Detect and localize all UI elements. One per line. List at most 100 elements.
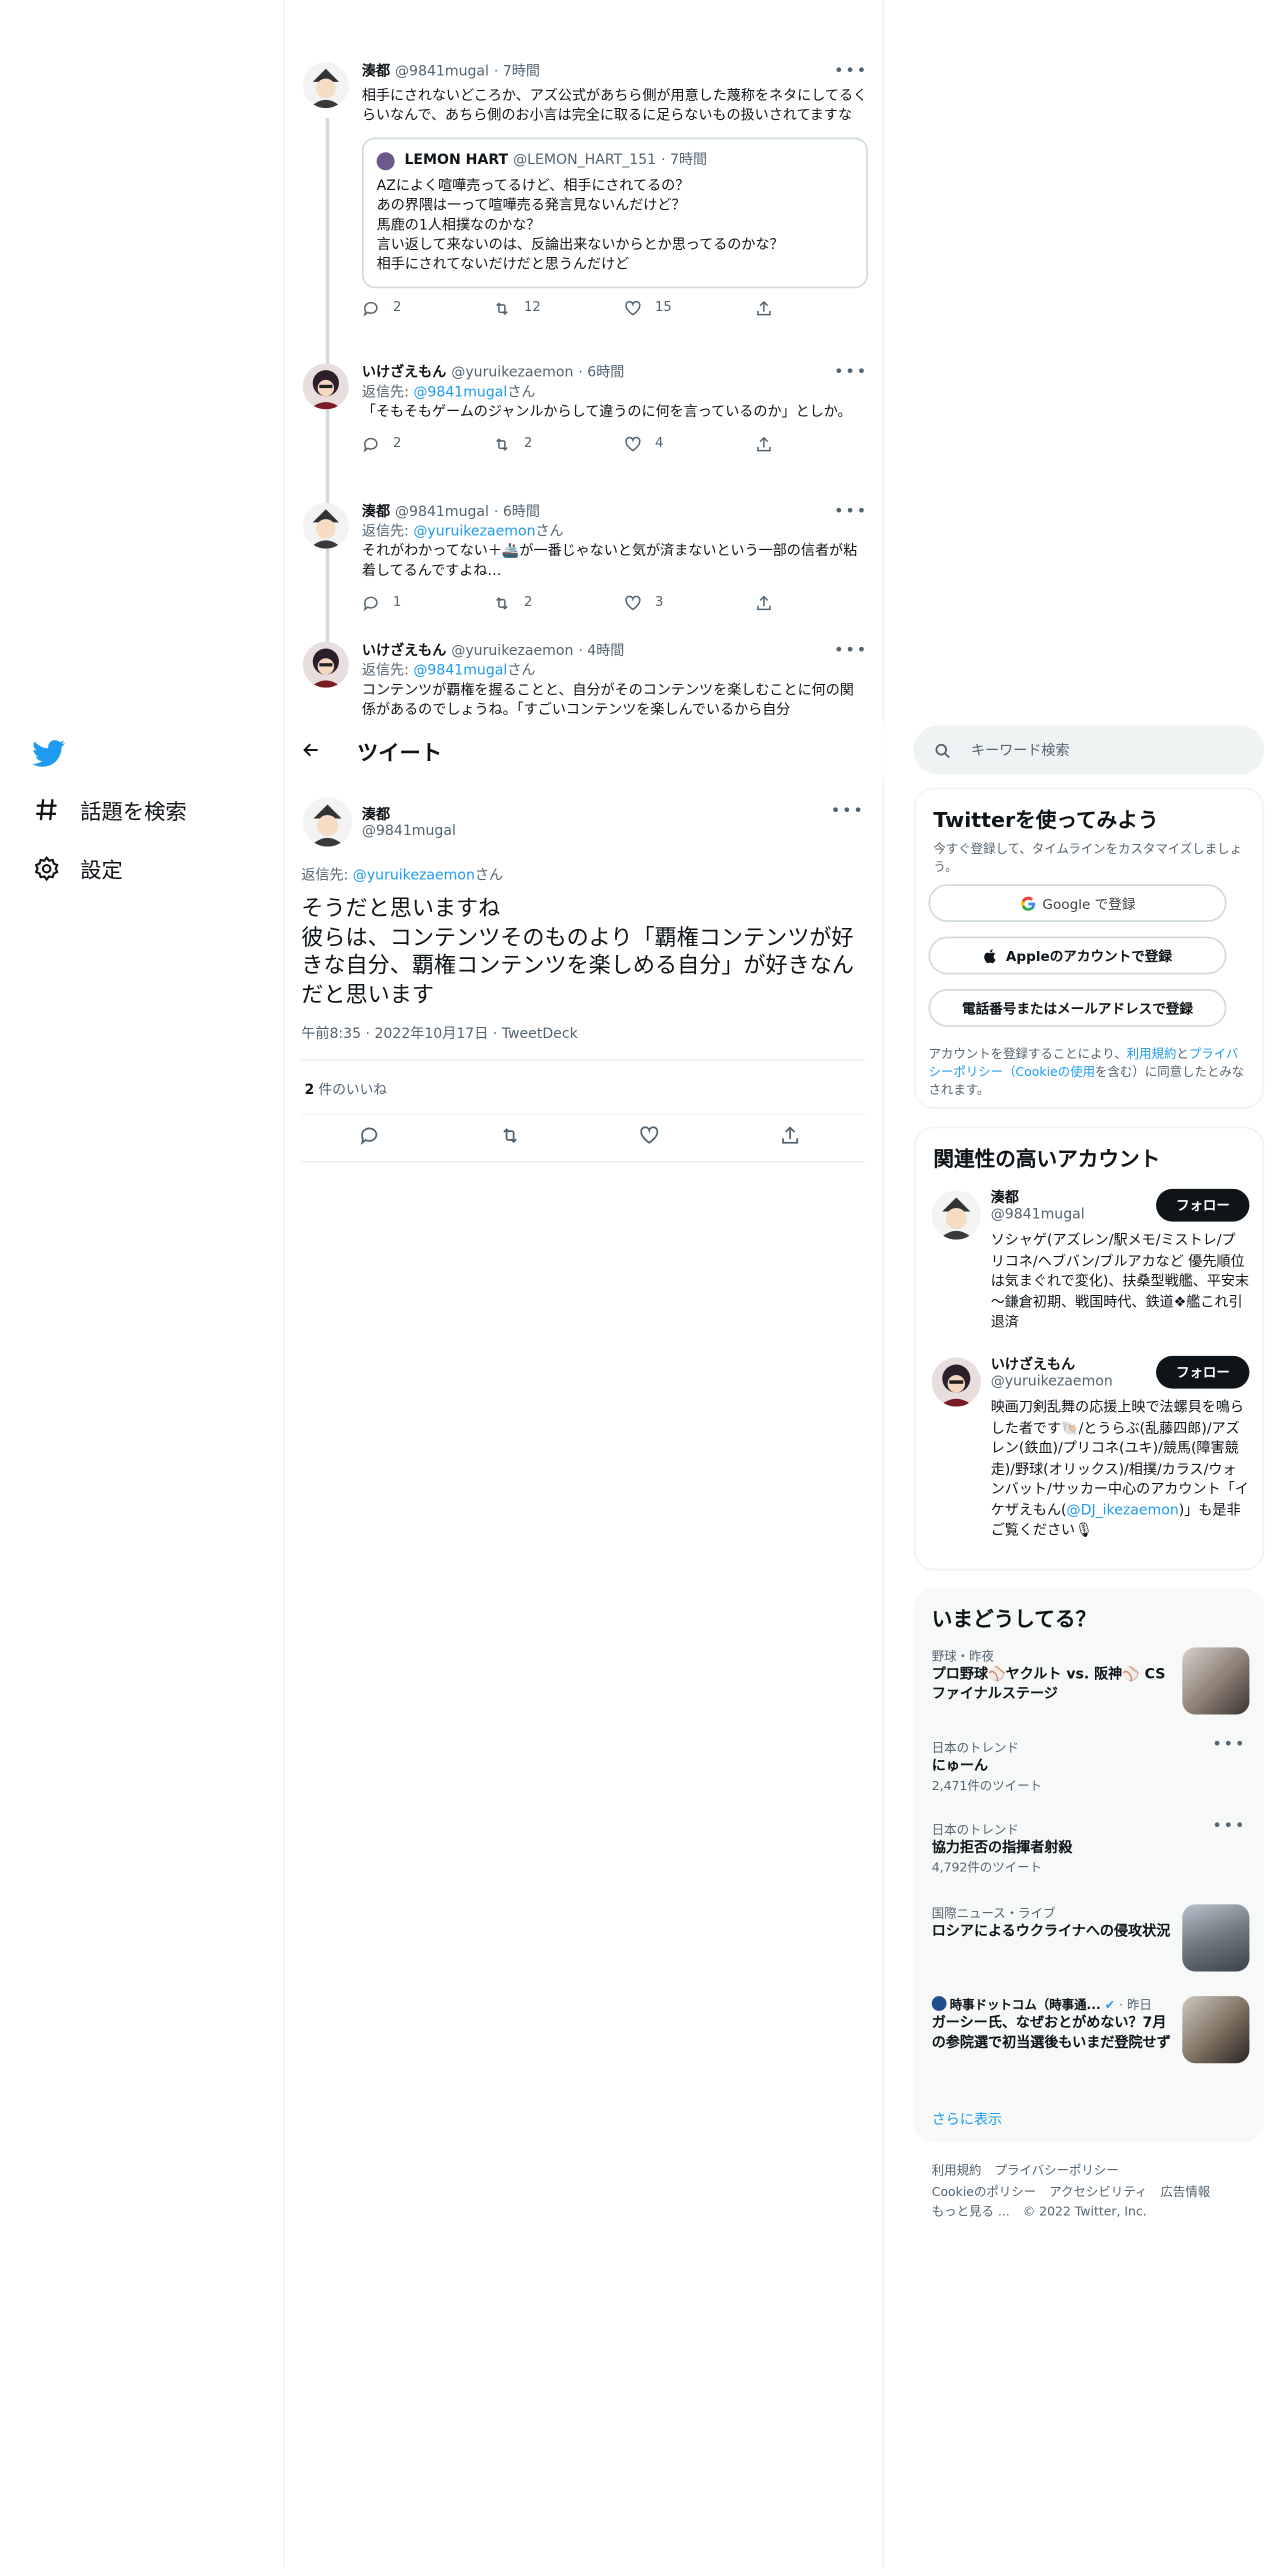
author-handle[interactable]: @yuruikezaemon bbox=[451, 364, 573, 384]
trend-thumbnail bbox=[1182, 1647, 1250, 1715]
terms-link[interactable]: 利用規約 bbox=[1127, 1046, 1177, 1061]
reply-to-suffix: さん bbox=[507, 384, 536, 402]
nav-settings[interactable]: 設定 bbox=[33, 853, 123, 884]
footer-link[interactable]: 広告情報 bbox=[1160, 2184, 1210, 2199]
reply-to-link[interactable]: @yuruikezaemon bbox=[353, 868, 475, 884]
author-handle[interactable]: @9841mugal bbox=[362, 824, 456, 840]
heart-icon[interactable] bbox=[639, 1125, 660, 1146]
phone-email-signup-button[interactable]: 電話番号またはメールアドレスで登録 bbox=[928, 989, 1227, 1027]
related-title: 関連性の高いアカウント bbox=[933, 1146, 1161, 1171]
reply-button[interactable]: 1 bbox=[362, 593, 444, 613]
author-name[interactable]: 湊都 bbox=[362, 804, 390, 823]
reply-to: 返信先: @9841mugalさん bbox=[362, 383, 868, 403]
more-icon[interactable]: ••• bbox=[834, 503, 868, 523]
thread-tweet[interactable]: 湊都 @9841mugal · 7時間 ••• 相手にされないどころか、アズ公式… bbox=[287, 62, 885, 349]
like-count: 3 bbox=[655, 594, 664, 610]
follow-button[interactable]: フォロー bbox=[1156, 1355, 1250, 1389]
reply-to-link[interactable]: @9841mugal bbox=[413, 663, 507, 679]
footer-link[interactable]: 利用規約 bbox=[932, 2163, 982, 2178]
avatar[interactable] bbox=[931, 1357, 981, 1407]
trend-item[interactable]: 日本のトレンド にゅーん 2,471件のツイート ••• bbox=[931, 1736, 1250, 1805]
tweet-timestamp[interactable]: 午前8:35 · 2022年10月17日 · TweetDeck bbox=[301, 1023, 577, 1043]
more-icon[interactable]: ••• bbox=[1212, 1818, 1246, 1836]
more-icon[interactable]: ••• bbox=[834, 364, 868, 384]
reply-button[interactable]: 2 bbox=[362, 434, 444, 454]
tweet-time[interactable]: · 6時間 bbox=[578, 364, 624, 384]
account-handle[interactable]: @yuruikezaemon bbox=[991, 1374, 1113, 1390]
footer-link[interactable]: もっと見る ... bbox=[932, 2204, 1010, 2219]
reply-count: 2 bbox=[393, 299, 402, 315]
like-button[interactable]: 15 bbox=[624, 298, 706, 318]
share-button[interactable] bbox=[755, 434, 837, 454]
more-icon[interactable]: ••• bbox=[834, 642, 868, 662]
author-name[interactable]: いけざえもん bbox=[362, 642, 446, 662]
more-icon[interactable]: ••• bbox=[1212, 1736, 1246, 1754]
twitter-bird-logo-icon[interactable] bbox=[32, 737, 66, 767]
trend-item[interactable]: 国際ニュース・ライブ ロシアによるウクライナへの侵攻状況 bbox=[932, 1904, 1250, 1976]
more-icon[interactable]: ••• bbox=[831, 802, 865, 820]
trend-category: 日本のトレンド bbox=[931, 1740, 1019, 1756]
author-handle[interactable]: @yuruikezaemon bbox=[451, 642, 573, 662]
account-handle[interactable]: @9841mugal bbox=[991, 1207, 1085, 1223]
reply-to: 返信先: @yuruikezaemonさん bbox=[362, 522, 868, 542]
nav-explore[interactable]: 話題を検索 bbox=[33, 794, 187, 825]
reply-button[interactable]: 2 bbox=[362, 298, 444, 318]
footer: 利用規約 プライバシーポリシー Cookieのポリシー アクセシビリティ 広告情報 も… bbox=[932, 2162, 1260, 2223]
retweet-icon[interactable] bbox=[499, 1125, 520, 1146]
reply-to-prefix: 返信先: bbox=[361, 663, 414, 680]
avatar[interactable] bbox=[931, 1190, 981, 1240]
author-name[interactable]: 湊都 bbox=[362, 503, 390, 523]
google-signup-button[interactable]: Google で登録 bbox=[928, 884, 1227, 922]
back-arrow-icon[interactable] bbox=[301, 740, 321, 760]
thread-tweet[interactable]: 湊都 @9841mugal · 6時間 ••• 返信先: @yuruikezae… bbox=[287, 502, 885, 631]
quoted-tweet[interactable]: LEMON HART @LEMON_HART_151 · 7時間 AZによく喧嘩… bbox=[361, 137, 868, 289]
reply-to-link[interactable]: @9841mugal bbox=[413, 385, 507, 401]
tweet-time[interactable]: · 4時間 bbox=[578, 642, 624, 662]
likes-summary[interactable]: 2 件のいいね bbox=[305, 1079, 387, 1099]
reply-to-suffix: さん bbox=[507, 663, 536, 680]
like-button[interactable]: 4 bbox=[624, 434, 706, 454]
trend-item[interactable]: 時事ドットコム（時事通... ✔ · 昨日 ガーシー氏、なぜおとがめない？7月の… bbox=[931, 1996, 1250, 2088]
footer-link[interactable]: プライバシーポリシー bbox=[995, 2163, 1119, 2178]
avatar[interactable] bbox=[302, 363, 349, 410]
avatar bbox=[376, 151, 395, 170]
tweet-time[interactable]: · 6時間 bbox=[494, 503, 540, 523]
avatar[interactable] bbox=[302, 502, 349, 549]
search-bar[interactable]: キーワード検索 bbox=[913, 725, 1265, 775]
author-handle[interactable]: @9841mugal bbox=[395, 503, 489, 523]
like-button[interactable]: 3 bbox=[624, 593, 706, 613]
trend-item[interactable]: 日本のトレンド 協力拒否の指揮者射殺 4,792件のツイート ••• bbox=[932, 1818, 1250, 1887]
tweet-time[interactable]: · 7時間 bbox=[494, 62, 540, 82]
retweet-button[interactable]: 2 bbox=[493, 593, 575, 613]
bio-mention-link[interactable]: @DJ_ikezaemon bbox=[1067, 1502, 1179, 1518]
left-nav: 話題を検索 設定 bbox=[0, 0, 285, 2568]
trend-thumbnail bbox=[1182, 1996, 1250, 2064]
author-handle[interactable]: @9841mugal bbox=[395, 62, 489, 82]
account-name[interactable]: 湊都 bbox=[991, 1187, 1019, 1206]
account-name[interactable]: いけざえもん bbox=[991, 1354, 1075, 1373]
thread-tweet[interactable]: いけざえもん @yuruikezaemon · 6時間 ••• 返信先: @98… bbox=[287, 363, 885, 492]
reply-to-link[interactable]: @yuruikezaemon bbox=[413, 524, 535, 540]
share-button[interactable] bbox=[755, 593, 837, 613]
retweet-button[interactable]: 2 bbox=[493, 434, 575, 454]
share-icon[interactable] bbox=[779, 1125, 800, 1146]
legal-text-2: と bbox=[1176, 1046, 1189, 1062]
account-card[interactable]: 湊都 @9841mugal フォロー ソシャゲ(アズレン/駅メモ/ミストレ/プリ… bbox=[931, 1187, 1250, 1334]
avatar[interactable] bbox=[302, 641, 349, 688]
footer-link[interactable]: アクセシビリティ bbox=[1049, 2184, 1147, 2199]
apple-signup-button[interactable]: Appleのアカウントで登録 bbox=[928, 936, 1227, 975]
avatar[interactable] bbox=[302, 62, 349, 109]
avatar[interactable] bbox=[302, 797, 353, 847]
trend-item[interactable]: 野球・昨夜 プロ野球⚾ヤクルト vs. 阪神⚾ CSファイナルステージ bbox=[932, 1647, 1250, 1719]
more-icon[interactable]: ••• bbox=[834, 62, 868, 82]
account-card[interactable]: いけざえもん @yuruikezaemon フォロー 映画刀剣乱舞の応援上映で法… bbox=[931, 1354, 1250, 1567]
thread-tweet[interactable]: いけざえもん @yuruikezaemon · 4時間 ••• 返信先: @98… bbox=[287, 641, 885, 724]
reply-icon[interactable] bbox=[359, 1125, 380, 1146]
retweet-button[interactable]: 12 bbox=[493, 298, 575, 318]
show-more-link[interactable]: さらに表示 bbox=[932, 2109, 1002, 2128]
author-name[interactable]: 湊都 bbox=[362, 62, 390, 82]
follow-button[interactable]: フォロー bbox=[1156, 1188, 1250, 1222]
author-name[interactable]: いけざえもん bbox=[362, 364, 446, 384]
share-button[interactable] bbox=[755, 298, 837, 318]
footer-link[interactable]: Cookieのポリシー bbox=[932, 2184, 1036, 2199]
